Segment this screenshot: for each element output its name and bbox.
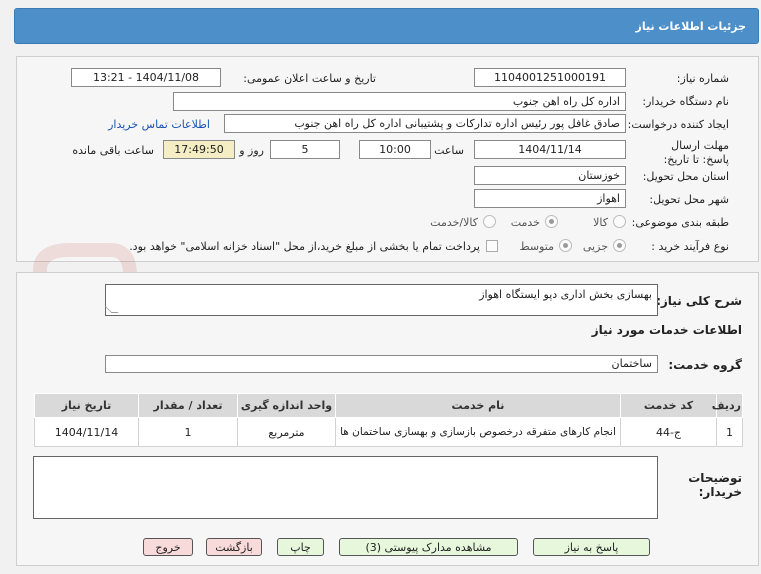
requester-field: صادق غافل پور رئیس اداره تدارکات و پشتیب… — [224, 114, 626, 133]
cell-row-num: 1 — [716, 417, 743, 447]
cell-quantity: 1 — [138, 417, 238, 447]
col-header-need-date: تاریخ نیاز — [34, 393, 139, 418]
city-label: شهر محل تحویل: — [649, 193, 729, 206]
buyer-org-field: اداره کل راه اهن جنوب — [173, 92, 626, 111]
need-details-panel: شرح کلی نیاز: بهسازی بخش اداری دپو ایستگ… — [16, 272, 759, 566]
cell-need-date: 1404/11/14 — [34, 417, 139, 447]
need-number-label: شماره نیاز: — [676, 72, 729, 85]
requester-label: ایجاد کننده درخواست: — [627, 118, 729, 131]
col-header-service-name: نام خدمت — [335, 393, 621, 418]
table-header-row: ردیف کد خدمت نام خدمت واحد اندازه گیری ت… — [34, 393, 743, 418]
buyer-notes-label: توضیحات خریدار: — [688, 471, 742, 499]
days-field: 5 — [270, 140, 340, 159]
category-radio-goods-service[interactable] — [483, 215, 496, 228]
summary-label: شرح کلی نیاز: — [656, 294, 742, 308]
service-group-label: گروه خدمت: — [668, 358, 742, 372]
announce-label: تاریخ و ساعت اعلان عمومی: — [243, 72, 376, 85]
services-table: ردیف کد خدمت نام خدمت واحد اندازه گیری ت… — [34, 393, 743, 447]
table-row: 1 ج-44 انجام کارهای متفرقه درخصوص بازساز… — [34, 417, 743, 447]
service-group-field: ساختمان — [105, 355, 658, 373]
page-title: جزئیات اطلاعات نیاز — [635, 20, 747, 33]
days-label: روز و — [239, 144, 264, 157]
need-number-field: 1104001251000191 — [474, 68, 626, 87]
cell-unit: مترمربع — [237, 417, 336, 447]
category-radio-service[interactable] — [545, 215, 558, 228]
announce-field: 1404/11/08 - 13:21 — [71, 68, 221, 87]
time-label: ساعت — [434, 144, 464, 157]
process-radio-minor[interactable] — [613, 239, 626, 252]
col-header-quantity: تعداد / مقدار — [138, 393, 238, 418]
summary-text: بهسازی بخش اداری دپو ایستگاه اهواز — [479, 288, 652, 301]
process-option-minor: جزیی — [582, 240, 608, 253]
remaining-label: ساعت باقی مانده — [72, 144, 154, 157]
buyer-org-label: نام دستگاه خریدار: — [642, 95, 729, 108]
province-label: استان محل تحویل: — [642, 170, 729, 183]
process-radio-medium[interactable] — [559, 239, 572, 252]
city-field: اهواز — [474, 189, 626, 208]
treasury-checkbox[interactable] — [486, 240, 498, 252]
col-header-row-num: ردیف — [712, 393, 743, 418]
print-button[interactable]: چاپ — [277, 538, 324, 556]
deadline-date-field: 1404/11/14 — [474, 140, 626, 159]
services-heading: اطلاعات خدمات مورد نیاز — [591, 323, 742, 337]
resize-handle[interactable] — [104, 306, 119, 313]
category-option-goods: کالا — [593, 216, 608, 229]
category-option-goods-service: کالا/خدمت — [430, 216, 478, 229]
col-header-service-code: کد خدمت — [620, 393, 717, 418]
buyer-notes-textarea[interactable] — [33, 456, 658, 519]
process-label: نوع فرآیند خرید : — [651, 240, 729, 253]
back-button[interactable]: بازگشت — [206, 538, 262, 556]
buyer-contact-link[interactable]: اطلاعات تماس خریدار — [108, 118, 210, 131]
deadline-time-field: 10:00 — [359, 140, 431, 159]
category-option-service: خدمت — [510, 216, 540, 229]
process-option-medium: متوسط — [519, 240, 554, 253]
cell-service-name: انجام کارهای متفرقه درخصوص بازسازی و بهس… — [335, 417, 621, 447]
cell-service-code: ج-44 — [620, 417, 717, 447]
deadline-label: مهلت ارسال پاسخ: تا تاریخ: — [663, 139, 729, 166]
province-field: خوزستان — [474, 166, 626, 185]
summary-textarea[interactable]: بهسازی بخش اداری دپو ایستگاه اهواز — [104, 284, 658, 316]
page-title-bar: جزئیات اطلاعات نیاز — [14, 8, 759, 44]
exit-button[interactable]: خروج — [143, 538, 193, 556]
need-info-panel: شماره نیاز: 1104001251000191 تاریخ و ساع… — [16, 56, 759, 262]
category-label: طبقه بندی موضوعی: — [631, 216, 729, 229]
payment-note: پرداخت تمام یا بخشی از مبلغ خرید،از محل … — [129, 240, 480, 253]
view-attachments-button[interactable]: مشاهده مدارک پیوستی (3) — [339, 538, 518, 556]
category-radio-goods[interactable] — [613, 215, 626, 228]
remaining-time-field: 17:49:50 — [163, 140, 235, 159]
col-header-unit: واحد اندازه گیری — [237, 393, 336, 418]
reply-button[interactable]: پاسخ به نیاز — [533, 538, 650, 556]
